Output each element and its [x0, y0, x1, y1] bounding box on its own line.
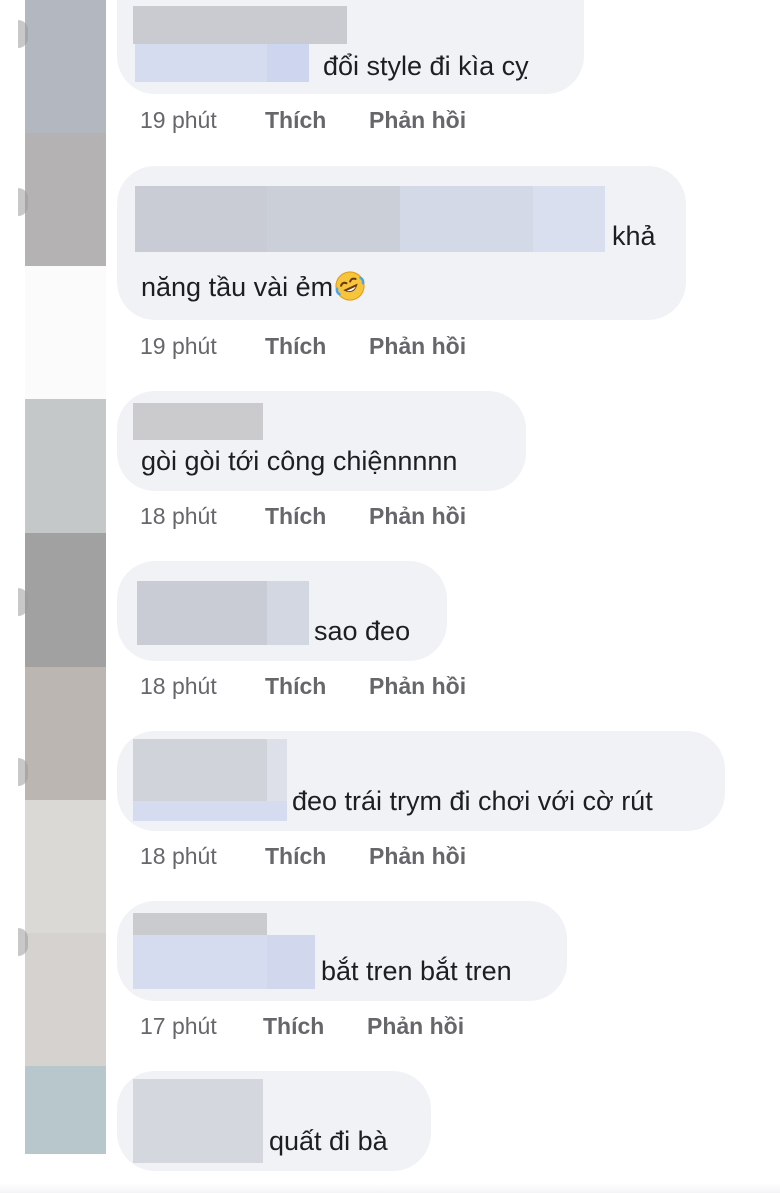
redacted-name-blue — [133, 935, 267, 989]
redacted-username — [133, 739, 267, 801]
redacted-username — [133, 1079, 263, 1163]
comment-time: 18 phút — [140, 503, 217, 529]
comment-bubble: bắt tren bắt tren — [117, 901, 567, 1001]
comment-bubble: đổi style đi kìa cỵ — [117, 0, 584, 94]
like-button[interactable]: Thích — [265, 106, 326, 134]
avatar-blurred — [25, 667, 106, 800]
reply-button[interactable]: Phản hồi — [369, 842, 466, 870]
avatar-blurred — [25, 933, 106, 1066]
comment-bubble: quất đi bà — [117, 1071, 431, 1171]
comment-text: năng tầu vài ẻm — [141, 272, 334, 302]
reply-button[interactable]: Phản hồi — [369, 106, 466, 134]
comment-text-line1: khả — [612, 221, 656, 251]
like-button[interactable]: Thích — [265, 672, 326, 700]
redacted-name-blue — [133, 801, 287, 821]
redacted-username — [267, 739, 287, 801]
comment-bubble: sao đeo — [117, 561, 447, 661]
redacted-username — [400, 186, 533, 252]
comment-text: sao đeo — [314, 616, 411, 646]
avatar-blurred — [25, 1066, 106, 1154]
redacted-username — [137, 581, 267, 645]
avatar-blurred — [25, 266, 106, 399]
comment-text: gòi gòi tới công chiệnnnnn — [141, 446, 458, 476]
comment-time: 19 phút — [140, 107, 217, 133]
avatar-blurred — [25, 133, 106, 266]
like-button[interactable]: Thích — [263, 1012, 324, 1040]
comment-text: đeo trái trym đi chơi với cờ rút — [292, 786, 653, 816]
redacted-username — [267, 186, 400, 252]
comment-thread: { "comments": [ {"text": "đổi style đi k… — [0, 0, 780, 1193]
reply-button[interactable]: Phản hồi — [367, 1012, 464, 1040]
comment-time: 18 phút — [140, 843, 217, 869]
comment-bubble: đeo trái trym đi chơi với cờ rút — [117, 731, 725, 831]
redacted-username — [133, 913, 267, 935]
like-button[interactable]: Thích — [265, 502, 326, 530]
reply-button[interactable]: Phản hồi — [369, 332, 466, 360]
redacted-username — [533, 186, 605, 252]
avatar-blurred — [25, 533, 106, 667]
redacted-username — [267, 581, 309, 645]
redacted-username — [133, 6, 347, 44]
like-button[interactable]: Thích — [265, 842, 326, 870]
avatar-blurred — [25, 800, 106, 933]
avatar-blurred — [25, 399, 106, 533]
cut-off-edge — [0, 1183, 780, 1193]
redacted-name-blue — [135, 44, 267, 82]
comment-time: 17 phút — [140, 1013, 217, 1039]
reply-button[interactable]: Phản hồi — [369, 502, 466, 530]
redacted-name-blue — [267, 44, 309, 82]
reply-button[interactable]: Phản hồi — [369, 672, 466, 700]
redacted-name-blue — [267, 935, 315, 989]
like-button[interactable]: Thích — [265, 332, 326, 360]
comment-text: quất đi bà — [269, 1126, 388, 1156]
comment-text: bắt tren bắt tren — [321, 956, 512, 986]
redacted-username — [135, 186, 267, 252]
comment-bubble: gòi gòi tới công chiệnnnnn — [117, 391, 526, 491]
comment-time: 19 phút — [140, 333, 217, 359]
comment-text: đổi style đi kìa cỵ — [323, 51, 529, 81]
comment-text-line2: năng tầu vài ẻm — [141, 270, 366, 303]
comment-time: 18 phút — [140, 673, 217, 699]
laughing-emoji-icon — [335, 271, 365, 301]
redacted-username — [133, 403, 263, 440]
avatar-blurred — [25, 0, 106, 133]
comment-bubble: khả năng tầu vài ẻm — [117, 166, 686, 320]
